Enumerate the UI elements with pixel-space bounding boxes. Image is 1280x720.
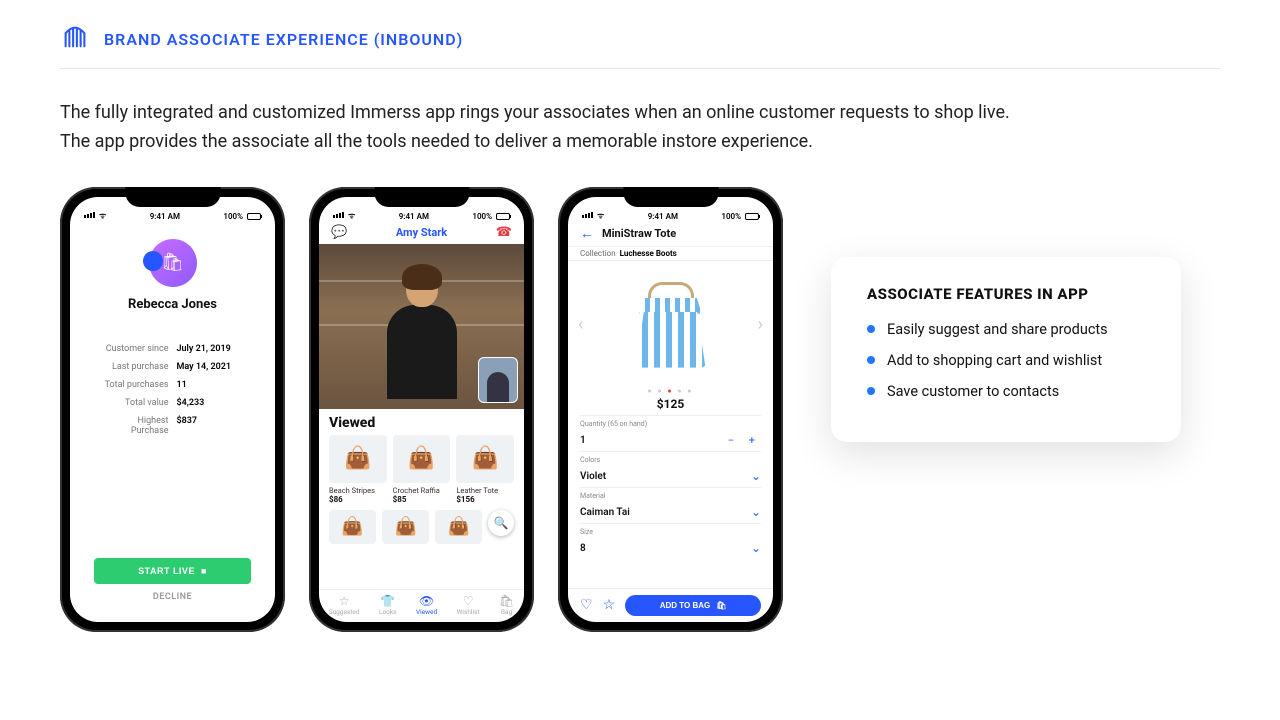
phone-notch: [623, 187, 718, 207]
bullet-icon: [867, 325, 875, 333]
page: BRAND ASSOCIATE EXPERIENCE (INBOUND) The…: [0, 0, 1280, 720]
phone-customer-profile: ᯤ 9:41 AM 100% 🛍 Rebecca Jones Customer …: [60, 187, 285, 632]
tab-wishlist[interactable]: ♡Wishlist: [457, 594, 480, 616]
video-icon: ■: [201, 566, 207, 576]
shopping-bag-icon: 🛍: [161, 252, 184, 273]
start-live-button[interactable]: START LIVE■: [94, 558, 251, 584]
quantity-row: Quantity (65 on hand)1 − +: [580, 415, 761, 451]
page-header: BRAND ASSOCIATE EXPERIENCE (INBOUND): [60, 22, 1220, 69]
features-card: ASSOCIATE FEATURES IN APP Easily suggest…: [831, 257, 1181, 442]
option-colors[interactable]: ColorsViolet⌄: [580, 451, 761, 487]
bullet-icon: [867, 356, 875, 364]
chevron-down-icon: ⌄: [751, 505, 761, 519]
feature-item: Save customer to contacts: [867, 383, 1145, 400]
tab-suggested[interactable]: ☆Suggested: [329, 594, 360, 616]
page-title: BRAND ASSOCIATE EXPERIENCE (INBOUND): [104, 30, 463, 49]
phone-notch: [374, 187, 469, 207]
product-thumb[interactable]: 👜: [435, 510, 482, 544]
phones: ᯤ 9:41 AM 100% 🛍 Rebecca Jones Customer …: [60, 187, 783, 632]
product-card[interactable]: 👜Beach Stripes$86: [329, 435, 387, 504]
product-price: $125: [568, 397, 773, 411]
bag-icon: 🛍: [716, 601, 726, 610]
chat-icon[interactable]: 💬: [331, 225, 347, 240]
bullet-icon: [867, 387, 875, 395]
pip-self-view[interactable]: [478, 357, 518, 403]
customer-stats: Customer sinceJuly 21, 2019 Last purchas…: [90, 340, 255, 440]
wishlist-heart-icon[interactable]: ♡: [580, 597, 593, 613]
product-card[interactable]: 👜Crochet Raffia$85: [393, 435, 451, 504]
intro-line-1: The fully integrated and customized Imme…: [60, 99, 1220, 128]
chevron-down-icon: ⌄: [751, 541, 761, 555]
customer-avatar: 🛍: [149, 239, 197, 287]
video-feed: [319, 244, 524, 409]
customer-name: Rebecca Jones: [128, 297, 217, 312]
hangup-icon[interactable]: ☎: [496, 225, 512, 240]
feature-item: Add to shopping cart and wishlist: [867, 352, 1145, 369]
status-battery: 100%: [223, 212, 243, 221]
product-thumb[interactable]: 👜: [382, 510, 429, 544]
phone-notch: [125, 187, 220, 207]
brand-logo-icon: [60, 22, 90, 56]
tab-bar: ☆Suggested 👕Looks 👁Viewed ♡Wishlist 🛍Bag: [319, 589, 524, 622]
caller-name: Amy Stark: [396, 226, 447, 239]
phone-product-detail: ᯤ 9:41 AM 100% ← MiniStraw Tote Collecti…: [558, 187, 783, 632]
tab-looks[interactable]: 👕Looks: [379, 594, 397, 616]
intro-line-2: The app provides the associate all the t…: [60, 128, 1220, 157]
search-button[interactable]: 🔍: [488, 510, 514, 536]
product-title: MiniStraw Tote: [602, 227, 676, 240]
content-row: ᯤ 9:41 AM 100% 🛍 Rebecca Jones Customer …: [60, 187, 1220, 632]
tab-bag[interactable]: 🛍Bag: [499, 594, 514, 616]
back-button[interactable]: ←: [580, 225, 594, 242]
quantity-stepper[interactable]: − +: [728, 434, 761, 447]
product-carousel: ‹ ›: [568, 261, 773, 389]
phone-live-shopping: ᯤ 9:41 AM 100% 💬 Amy Stark ☎ Viewed: [309, 187, 534, 632]
option-size[interactable]: Size8⌄: [580, 523, 761, 559]
chevron-right-icon[interactable]: ›: [758, 314, 763, 335]
product-card[interactable]: 👜Leather Tote$156: [456, 435, 514, 504]
product-image: [630, 282, 712, 368]
add-to-bag-button[interactable]: ADD TO BAG🛍: [625, 595, 761, 616]
features-title: ASSOCIATE FEATURES IN APP: [867, 285, 1145, 303]
favorite-star-icon[interactable]: ☆: [603, 597, 616, 613]
status-time: 9:41 AM: [150, 212, 180, 221]
intro-text: The fully integrated and customized Imme…: [60, 99, 1220, 157]
product-thumb[interactable]: 👜: [329, 510, 376, 544]
search-icon: 🔍: [494, 516, 509, 530]
viewed-products: 👜Beach Stripes$86 👜Crochet Raffia$85 👜Le…: [319, 435, 524, 504]
viewed-heading: Viewed: [319, 409, 524, 435]
decline-button[interactable]: DECLINE: [94, 592, 251, 602]
option-material[interactable]: MaterialCaiman Tai⌄: [580, 487, 761, 523]
tab-viewed[interactable]: 👁Viewed: [416, 594, 437, 616]
feature-item: Easily suggest and share products: [867, 321, 1145, 338]
chevron-left-icon[interactable]: ‹: [578, 314, 583, 335]
chevron-down-icon: ⌄: [751, 469, 761, 483]
product-collection: Collection Luchesse Boots: [568, 246, 773, 261]
